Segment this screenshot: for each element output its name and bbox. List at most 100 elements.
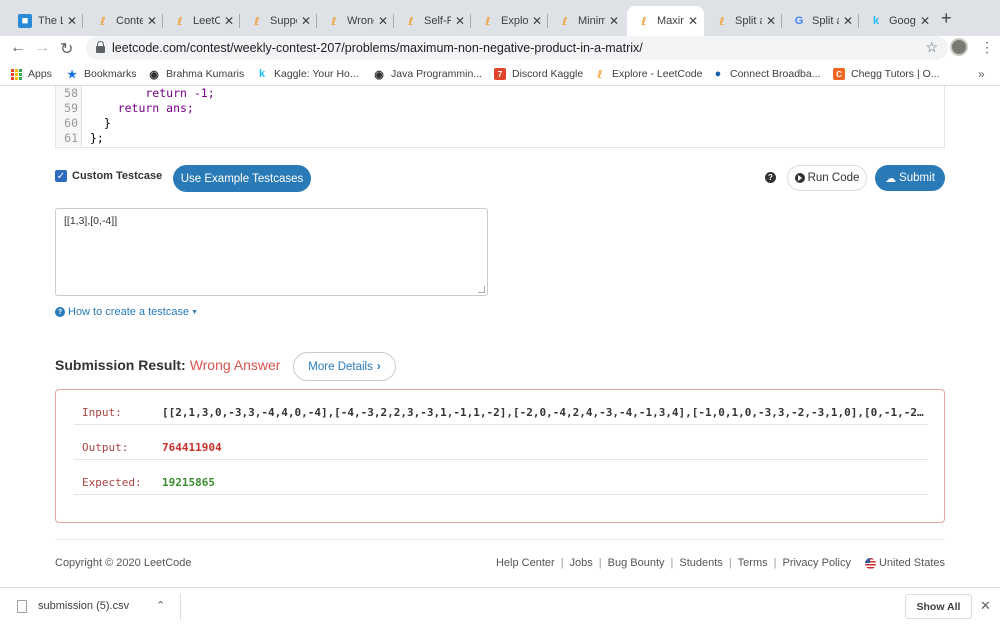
google-icon: G	[794, 15, 804, 27]
footer-link-students[interactable]: Students	[679, 557, 722, 569]
star-icon[interactable]: ☆	[925, 39, 938, 56]
close-tab-icon[interactable]: ✕	[609, 14, 619, 28]
cloud-upload-icon: ☁	[885, 172, 897, 185]
forward-icon[interactable]: →	[34, 39, 50, 57]
region-selector[interactable]: United States	[864, 557, 945, 569]
us-flag-icon	[864, 557, 876, 569]
leetcode-icon: ℓ	[719, 14, 725, 28]
footer-links: Help Center | Jobs | Bug Bounty | Students |…	[496, 557, 945, 569]
result-row-output: Output: 764411904	[74, 425, 928, 460]
browser-tab-active[interactable]: ℓ Maxin ✕	[627, 6, 704, 36]
discord-icon: 7	[494, 68, 506, 80]
run-code-button[interactable]: Run Code	[787, 165, 867, 191]
bookmark-bookmarks[interactable]: ★ Bookmarks	[66, 68, 136, 81]
code-line[interactable]: return -1;	[90, 86, 214, 101]
footer-link-jobs[interactable]: Jobs	[570, 557, 593, 569]
close-tab-icon[interactable]: ✕	[532, 14, 542, 28]
bookmarks-bar: Apps ★ Bookmarks ◉ Brahma Kumaris k Kaggle:…	[0, 64, 1000, 86]
download-filename[interactable]: submission (5).csv	[38, 600, 129, 612]
browser-tab[interactable]: ℓSuppo✕	[240, 6, 317, 36]
close-tab-icon[interactable]: ✕	[301, 14, 311, 28]
submit-button[interactable]: ☁ Submit	[875, 165, 945, 191]
back-icon[interactable]: ←	[10, 39, 26, 57]
how-to-create-testcase-link[interactable]: ? How to create a testcase ▼	[55, 306, 198, 318]
footer-link-help-center[interactable]: Help Center	[496, 557, 555, 569]
new-tab-icon[interactable]: +	[941, 8, 952, 29]
kaggle-icon: k	[872, 15, 880, 27]
close-tab-icon[interactable]: ✕	[688, 14, 698, 28]
browser-tab[interactable]: ℓ LeetC ✕	[163, 6, 240, 36]
custom-testcase-toggle[interactable]: ✓ Custom Testcase	[55, 170, 162, 182]
leetcode-icon: ℓ	[100, 14, 106, 28]
footer-link-terms[interactable]: Terms	[738, 557, 768, 569]
close-tab-icon[interactable]: ✕	[224, 14, 234, 28]
checkbox-checked-icon[interactable]: ✓	[55, 170, 67, 182]
bookmark-item[interactable]: C Chegg Tutors | O...	[833, 68, 940, 80]
bookmark-item[interactable]: 7 Discord Kaggle	[494, 68, 583, 80]
bookmark-item[interactable]: ● Connect Broadba...	[712, 68, 821, 80]
result-row-input: Input: [[2,1,3,0,-3,3,-4,4,0,-4],[-4,-3,…	[74, 390, 928, 425]
close-tab-icon[interactable]: ✕	[67, 14, 77, 28]
code-editor[interactable]: 58 return -1; 59 return ans; 60 } 61 };	[55, 86, 945, 148]
footer-link-bug-bounty[interactable]: Bug Bounty	[608, 557, 665, 569]
testcase-input-value[interactable]: [[1,3],[0,-4]]	[64, 215, 117, 227]
code-line[interactable]: }	[90, 116, 111, 131]
browser-tab[interactable]: k Googl ✕	[859, 6, 936, 36]
line-number: 61	[64, 131, 78, 145]
resize-handle[interactable]	[478, 286, 485, 293]
close-tab-icon[interactable]: ✕	[378, 14, 388, 28]
browser-tab[interactable]: ℓWrong✕	[317, 6, 394, 36]
close-tab-icon[interactable]: ✕	[766, 14, 776, 28]
square-icon: ■	[18, 14, 32, 28]
chevron-up-icon[interactable]: ⌃	[156, 599, 165, 612]
close-icon[interactable]: ✕	[980, 598, 991, 614]
browser-tab[interactable]: ℓ Conte ✕	[86, 6, 163, 36]
bookmark-item[interactable]: ◉ Brahma Kumaris	[148, 68, 244, 81]
address-bar[interactable]: leetcode.com/contest/weekly-contest-207/…	[86, 36, 948, 60]
chegg-icon: C	[833, 68, 845, 80]
caret-down-icon: ▼	[191, 308, 198, 316]
chevron-right-icon: ›	[376, 360, 381, 373]
bookmark-item[interactable]: k Kaggle: Your Ho...	[256, 68, 359, 80]
bookmark-item[interactable]: ◉ Java Programmin...	[373, 68, 482, 81]
result-label: Output:	[82, 441, 129, 454]
copyright-text: Copyright © 2020 LeetCode	[55, 557, 192, 569]
bookmark-item[interactable]: ℓ Explore - LeetCode	[594, 67, 702, 81]
result-panel: Input: [[2,1,3,0,-3,3,-4,4,0,-4],[-4,-3,…	[55, 389, 945, 523]
lock-icon[interactable]	[96, 41, 105, 53]
footer-link-privacy-policy[interactable]: Privacy Policy	[782, 557, 850, 569]
close-tab-icon[interactable]: ✕	[455, 14, 465, 28]
reload-icon[interactable]: ↻	[60, 39, 73, 59]
line-number: 60	[64, 116, 78, 130]
url-text[interactable]: leetcode.com/contest/weekly-contest-207/…	[112, 41, 643, 55]
question-icon[interactable]: ?	[765, 172, 776, 183]
globe-icon: ◉	[149, 68, 159, 81]
avatar[interactable]	[950, 38, 968, 56]
separator: |	[560, 557, 564, 569]
show-all-button[interactable]: Show All	[905, 594, 972, 619]
line-number: 58	[64, 86, 78, 100]
code-line[interactable]: };	[90, 131, 104, 146]
more-vert-icon[interactable]: ⋮	[980, 39, 994, 56]
browser-tab[interactable]: ℓ Minim ✕	[548, 6, 625, 36]
browser-tab[interactable]: GSplit a✕	[782, 6, 859, 36]
browser-tab[interactable]: ℓSplit a✕	[705, 6, 782, 36]
close-tab-icon[interactable]: ✕	[147, 14, 157, 28]
question-circle-icon: ?	[55, 307, 65, 317]
result-value: 19215865	[162, 476, 215, 489]
testcase-input[interactable]: [[1,3],[0,-4]]	[55, 208, 488, 296]
bookmark-apps[interactable]: Apps	[10, 68, 52, 80]
result-value: 764411904	[162, 441, 222, 454]
code-line[interactable]: return ans;	[90, 101, 194, 116]
browser-tab[interactable]: ℓ Explo ✕	[471, 6, 548, 36]
close-tab-icon[interactable]: ✕	[843, 14, 853, 28]
chevron-double-right-icon[interactable]: »	[978, 67, 985, 81]
browser-tab[interactable]: ■The L✕	[8, 6, 83, 36]
browser-tab[interactable]: ℓ Self-R ✕	[394, 6, 471, 36]
result-value: [[2,1,3,0,-3,3,-4,4,0,-4],[-4,-3,2,2,3,-…	[162, 406, 926, 419]
use-example-testcases-button[interactable]: Use Example Testcases	[173, 165, 311, 192]
close-tab-icon[interactable]: ✕	[920, 14, 930, 28]
leetcode-icon: ℓ	[597, 67, 603, 81]
leetcode-icon: ℓ	[485, 14, 491, 28]
more-details-button[interactable]: More Details ›	[293, 352, 396, 381]
